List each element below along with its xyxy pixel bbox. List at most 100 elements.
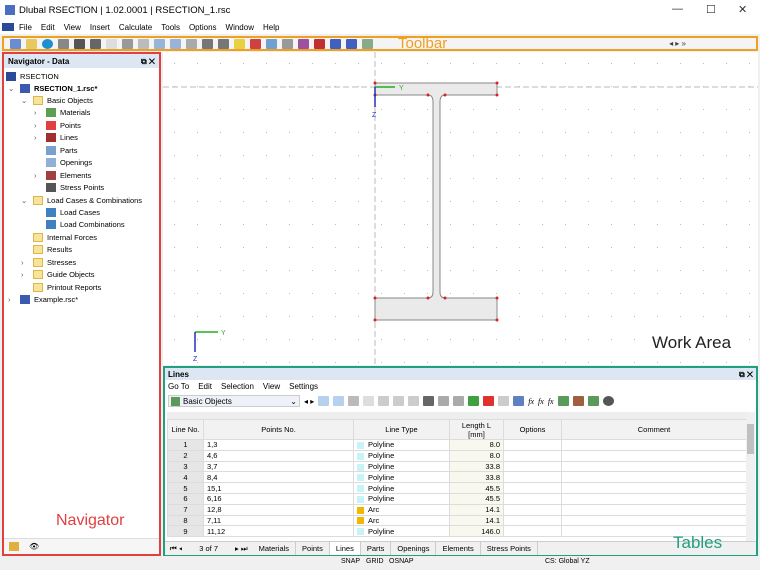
cell-comment[interactable]	[561, 460, 747, 473]
table-row[interactable]: 8 7,11 Arc 14.1	[167, 514, 747, 527]
maximize-button[interactable]: ☐	[706, 3, 716, 16]
cell-line-type[interactable]: Polyline	[353, 525, 450, 538]
table-icon[interactable]	[408, 396, 420, 406]
tab-stress-points[interactable]: Stress Points	[481, 542, 538, 555]
data-tab-icon[interactable]	[9, 542, 19, 551]
navigator-item[interactable]: Load Combinations	[34, 219, 125, 231]
point-icon[interactable]	[234, 38, 245, 49]
navigator-item[interactable]: › Elements	[34, 169, 91, 181]
dlubal-icon[interactable]	[42, 38, 53, 49]
navigator-item[interactable]: › Materials	[34, 107, 90, 119]
navigator-close-icon[interactable]: ⧉ ✕	[141, 57, 155, 66]
table-row[interactable]: 4 8,4 Polyline 33.8	[167, 471, 747, 484]
navigator-item[interactable]: › Example.rsc*	[8, 294, 78, 306]
navigator-item[interactable]: › Stresses	[21, 256, 76, 268]
navigator-item[interactable]: Printout Reports	[21, 281, 101, 293]
cell-comment[interactable]	[561, 492, 747, 505]
expand-chevron-icon[interactable]: ›	[34, 133, 42, 142]
delete-row-icon[interactable]	[423, 396, 435, 406]
select-icon[interactable]	[333, 396, 345, 406]
table-row[interactable]: 3 3,7 Polyline 33.8	[167, 460, 747, 473]
cell-line-type[interactable]: Polyline	[353, 482, 450, 494]
tab-materials[interactable]: Materials	[253, 542, 297, 555]
decimal-icon[interactable]	[587, 396, 599, 406]
view-icon[interactable]	[186, 38, 197, 49]
table-group-select[interactable]: Basic Objects ⌄	[168, 395, 300, 407]
tables-close-icon[interactable]: ⧉ ✕	[739, 370, 753, 379]
tab-parts[interactable]: Parts	[361, 542, 392, 555]
opening-icon[interactable]	[282, 38, 293, 49]
import-icon[interactable]	[468, 396, 480, 406]
save-icon[interactable]	[74, 38, 85, 49]
cell-line-type[interactable]: Polyline	[353, 449, 450, 462]
cell-line-type[interactable]: Polyline	[353, 439, 450, 451]
table-icon[interactable]	[393, 396, 405, 406]
menu-window[interactable]: Window	[226, 23, 254, 32]
cell-length[interactable]: 33.8	[449, 471, 504, 484]
cell-comment[interactable]	[561, 514, 747, 527]
prev-table-button[interactable]: ◂ ▸	[304, 397, 314, 406]
cell-comment[interactable]	[561, 471, 747, 484]
cell-line-type[interactable]: Arc	[353, 514, 450, 527]
cell-options[interactable]	[503, 514, 562, 527]
cell-length[interactable]: 33.8	[449, 460, 504, 473]
table-row[interactable]: 1 1,3 Polyline 8.0	[167, 439, 747, 451]
menu-view[interactable]: View	[64, 23, 81, 32]
table-row[interactable]: 7 12,8 Arc 14.1	[167, 503, 747, 516]
select-icon[interactable]	[318, 396, 330, 406]
expand-chevron-icon[interactable]: ›	[21, 258, 29, 267]
cell-length[interactable]: 14.1	[449, 514, 504, 527]
formula-icon[interactable]: fx	[538, 397, 544, 406]
cell-points[interactable]: 4,6	[203, 449, 354, 462]
tab-openings[interactable]: Openings	[391, 542, 437, 555]
tab-lines[interactable]: Lines	[329, 542, 361, 555]
cell-options[interactable]	[503, 460, 562, 473]
cell-options[interactable]	[503, 492, 562, 505]
table-row[interactable]: 5 15,1 Polyline 45.5	[167, 482, 747, 494]
cell-points[interactable]: 3,7	[203, 460, 354, 473]
print-icon[interactable]	[58, 38, 69, 49]
view-tab-eye-icon[interactable]: 👁	[29, 542, 39, 551]
navigator-item[interactable]: Stress Points	[34, 182, 104, 194]
grid-toggle[interactable]: GRID	[366, 558, 384, 565]
navigator-item[interactable]: Openings	[34, 157, 92, 169]
delete-icon[interactable]	[314, 38, 325, 49]
navigator-item[interactable]: ⌄ Basic Objects	[21, 94, 93, 106]
cell-line-type[interactable]: Polyline	[353, 471, 450, 484]
part-icon[interactable]	[266, 38, 277, 49]
osnap-toggle[interactable]: OSNAP	[389, 558, 414, 565]
tables-menu-view[interactable]: View	[263, 382, 280, 391]
table-icon[interactable]	[363, 396, 375, 406]
menu-calculate[interactable]: Calculate	[119, 23, 152, 32]
tables-menu-goto[interactable]: Go To	[168, 382, 189, 391]
text-icon[interactable]	[513, 396, 525, 406]
navigator-item[interactable]: ⌄ RSECTION_1.rsc*	[8, 82, 97, 94]
formula-icon[interactable]: fx	[548, 397, 554, 406]
menu-options[interactable]: Options	[189, 23, 217, 32]
tab-elements[interactable]: Elements	[436, 542, 481, 555]
search-icon[interactable]	[602, 396, 614, 406]
cell-comment[interactable]	[561, 449, 747, 462]
expand-chevron-icon[interactable]: ›	[34, 108, 42, 117]
settings-icon[interactable]	[362, 38, 373, 49]
cell-points[interactable]: 15,1	[203, 482, 354, 494]
menu-file[interactable]: File	[19, 23, 32, 32]
view-icon[interactable]	[170, 38, 181, 49]
cell-length[interactable]: 8.0	[449, 449, 504, 462]
cell-length[interactable]: 14.1	[449, 503, 504, 516]
navigator-item[interactable]: › Points	[34, 119, 81, 131]
axis-icon[interactable]	[330, 38, 341, 49]
remove-icon[interactable]	[453, 396, 465, 406]
undo-icon[interactable]	[122, 38, 133, 49]
navigator-item[interactable]: › Guide Objects	[21, 269, 95, 281]
cell-line-type[interactable]: Polyline	[353, 492, 450, 505]
axis-icon[interactable]	[346, 38, 357, 49]
export-icon[interactable]	[483, 396, 495, 406]
cell-length[interactable]: 8.0	[449, 439, 504, 451]
script-icon[interactable]	[218, 38, 229, 49]
console-icon[interactable]	[202, 38, 213, 49]
navigator-item[interactable]: Internal Forces	[21, 231, 97, 243]
expand-chevron-icon[interactable]: ›	[8, 295, 16, 304]
menu-edit[interactable]: Edit	[41, 23, 55, 32]
filter-icon[interactable]	[498, 396, 510, 406]
